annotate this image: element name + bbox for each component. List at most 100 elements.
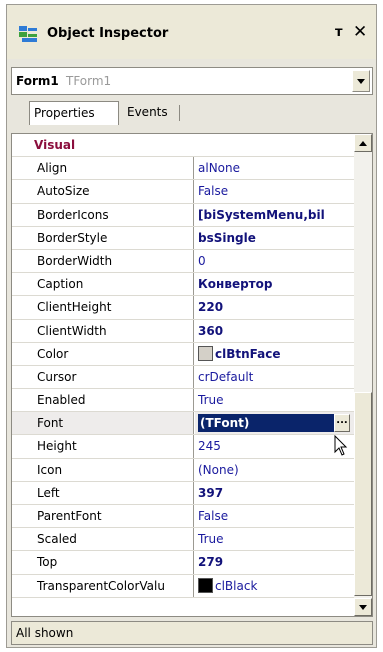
- property-value-text: Конвертор: [198, 277, 273, 292]
- tab-events[interactable]: Events: [123, 101, 172, 125]
- property-row[interactable]: AutoSize False: [12, 180, 354, 204]
- property-row[interactable]: Height 245: [12, 435, 354, 459]
- property-name: Align: [12, 157, 194, 180]
- property-name: BorderIcons: [12, 203, 194, 226]
- property-row[interactable]: Scaled True: [12, 528, 354, 552]
- panel-title: Object Inspector: [47, 26, 169, 41]
- property-name: Top: [12, 551, 194, 574]
- property-value[interactable]: False: [195, 180, 354, 202]
- property-row[interactable]: BorderIcons [biSystemMenu,bil: [12, 203, 354, 227]
- property-value[interactable]: 279: [195, 551, 354, 573]
- property-row[interactable]: Cursor crDefault: [12, 365, 354, 390]
- color-swatch: [198, 345, 213, 361]
- property-value[interactable]: 397: [195, 482, 354, 504]
- arrow-down-icon: [359, 605, 367, 610]
- property-value[interactable]: (None): [195, 459, 354, 481]
- property-row[interactable]: Enabled True: [12, 389, 354, 413]
- object-inspector-icon: [19, 26, 37, 42]
- property-row[interactable]: Icon (None): [12, 458, 354, 482]
- property-value[interactable]: [biSystemMenu,bil: [195, 204, 354, 226]
- property-value-text: crDefault: [198, 369, 254, 384]
- vertical-scrollbar[interactable]: [354, 134, 372, 616]
- category-row-visual[interactable]: Visual: [12, 134, 354, 158]
- property-value[interactable]: 220: [195, 296, 354, 318]
- property-row[interactable]: BorderStyle bsSingle: [12, 226, 354, 250]
- property-name: Left: [12, 481, 194, 504]
- pin-icon[interactable]: т: [335, 25, 343, 40]
- tab-separator: [179, 105, 180, 121]
- property-row[interactable]: Caption Конвертор: [12, 273, 354, 297]
- component-selector[interactable]: Form1 TForm1: [11, 67, 373, 95]
- property-value-text: (None): [198, 462, 239, 477]
- color-swatch: [198, 577, 213, 593]
- property-row[interactable]: Top 279: [12, 551, 354, 575]
- dropdown-button[interactable]: [352, 70, 370, 92]
- property-name: BorderWidth: [12, 249, 194, 273]
- title-bar[interactable]: Object Inspector т ✕: [7, 5, 376, 59]
- property-value-text: alNone: [198, 161, 240, 176]
- property-value-text: (TFont): [198, 414, 342, 433]
- property-value[interactable]: True: [195, 389, 354, 411]
- component-name: Form1: [16, 74, 59, 88]
- property-name: Height: [12, 435, 194, 458]
- property-value-text: False: [198, 509, 229, 523]
- property-value[interactable]: 0: [195, 250, 354, 272]
- scroll-thumb[interactable]: [354, 392, 372, 596]
- property-row[interactable]: TransparentColorValu clBlack: [12, 574, 354, 598]
- property-value-text: False: [198, 184, 229, 199]
- property-value-text: bsSingle: [198, 230, 256, 245]
- property-row[interactable]: BorderWidth 0: [12, 249, 354, 274]
- property-row[interactable]: Left 397: [12, 481, 354, 505]
- scroll-down-button[interactable]: [354, 598, 372, 616]
- property-grid: Visual Align alNone AutoSize False BorderIco…: [11, 133, 373, 617]
- property-row[interactable]: Align alNone: [12, 157, 354, 181]
- property-value[interactable]: False: [195, 505, 354, 527]
- property-value-text: True: [198, 532, 224, 547]
- status-bar: All shown: [11, 621, 373, 645]
- property-value-text: 0: [198, 253, 206, 268]
- property-row[interactable]: ClientHeight 220: [12, 296, 354, 320]
- property-name: Icon: [12, 458, 194, 481]
- property-value[interactable]: True: [195, 528, 354, 550]
- property-value[interactable]: crDefault: [195, 366, 354, 388]
- property-value[interactable]: clBlack: [195, 575, 354, 597]
- property-name: AutoSize: [12, 180, 194, 203]
- property-value[interactable]: alNone: [195, 157, 354, 179]
- property-value-text: 220: [198, 300, 224, 315]
- property-value-text: 245: [198, 439, 221, 454]
- property-name: ClientWidth: [12, 319, 194, 342]
- property-value-text: 279: [198, 555, 224, 570]
- component-type: TForm1: [66, 74, 112, 88]
- property-value[interactable]: clBtnFace: [195, 343, 354, 365]
- property-name: Font: [12, 412, 194, 435]
- ellipsis-button[interactable]: ...: [334, 414, 350, 433]
- property-name: ParentFont: [12, 505, 194, 528]
- property-value-text: clBtnFace: [215, 346, 281, 361]
- close-icon[interactable]: ✕: [353, 22, 367, 42]
- scroll-up-button[interactable]: [354, 134, 372, 152]
- property-value[interactable]: 245: [195, 435, 354, 457]
- tab-properties[interactable]: Properties: [29, 101, 119, 125]
- property-row[interactable]: Font (TFont)...: [12, 412, 354, 436]
- property-name: BorderStyle: [12, 226, 194, 249]
- property-value-text: 360: [198, 323, 224, 338]
- category-label: Visual: [12, 134, 354, 157]
- arrow-up-icon: [359, 141, 367, 146]
- property-name: Color: [12, 342, 194, 365]
- property-rows: Visual Align alNone AutoSize False BorderIco…: [12, 134, 354, 598]
- property-name: Caption: [12, 273, 194, 296]
- property-row[interactable]: ClientWidth 360: [12, 319, 354, 343]
- property-value[interactable]: Конвертор: [195, 273, 354, 295]
- property-row[interactable]: ParentFont False: [12, 505, 354, 529]
- mouse-cursor-icon: [334, 435, 348, 456]
- property-value-text: [biSystemMenu,bil: [198, 207, 325, 222]
- property-value-text: True: [198, 393, 224, 408]
- property-row[interactable]: Color clBtnFace: [12, 342, 354, 366]
- property-value-text: 397: [198, 485, 224, 500]
- property-name: Scaled: [12, 528, 194, 551]
- property-value[interactable]: 360: [195, 320, 354, 342]
- property-value[interactable]: (TFont)...: [195, 412, 354, 435]
- property-name: ClientHeight: [12, 296, 194, 319]
- chevron-down-icon: [357, 79, 365, 84]
- property-value[interactable]: bsSingle: [195, 227, 354, 249]
